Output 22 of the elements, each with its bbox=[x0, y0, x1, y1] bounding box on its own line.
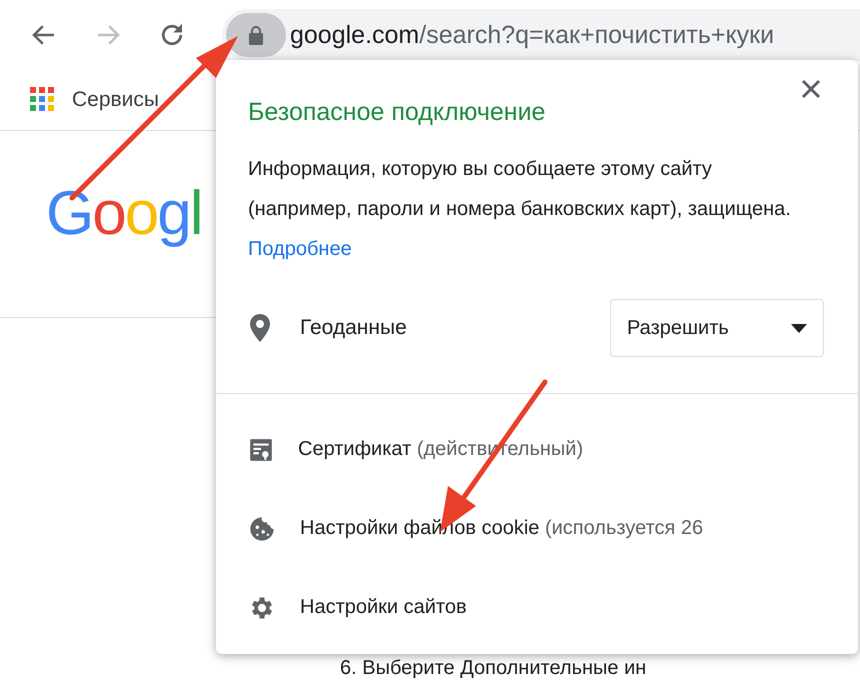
permission-label: Геоданные bbox=[300, 316, 408, 340]
lock-button[interactable] bbox=[226, 13, 286, 57]
learn-more-link[interactable]: Подробнее bbox=[248, 238, 352, 260]
close-button[interactable] bbox=[800, 78, 822, 100]
permission-dropdown[interactable]: Разрешить bbox=[610, 299, 824, 357]
popup-menu-item[interactable]: Настройки сайтов bbox=[216, 568, 858, 647]
instruction-text: 6. Выберите Дополнительные ин bbox=[340, 657, 646, 680]
popup-menu-item[interactable]: Настройки файлов cookie (используется 26 bbox=[216, 489, 858, 568]
url-path: /search?q=как+почистить+куки bbox=[419, 20, 774, 50]
bookmark-label: Сервисы bbox=[72, 88, 160, 112]
certificate-icon bbox=[248, 436, 274, 462]
url-host: google.com bbox=[290, 20, 420, 50]
security-description: Информация, которую вы сообщаете этому сайту (например, пароли и номера банковских карт), защищена. Подробнее bbox=[248, 157, 792, 262]
address-bar[interactable]: google.com/search?q=как+почистить+куки bbox=[222, 9, 860, 61]
cookie-icon bbox=[248, 514, 276, 542]
location-pin-icon bbox=[250, 314, 270, 342]
apps-grid-icon bbox=[30, 87, 56, 113]
lock-icon bbox=[247, 25, 265, 45]
caret-icon bbox=[791, 324, 807, 332]
bookmark-link[interactable]: Сервисы bbox=[30, 87, 160, 113]
popup-title: Безопасное подключение bbox=[248, 98, 546, 127]
google-logo: Googl bbox=[46, 183, 202, 245]
